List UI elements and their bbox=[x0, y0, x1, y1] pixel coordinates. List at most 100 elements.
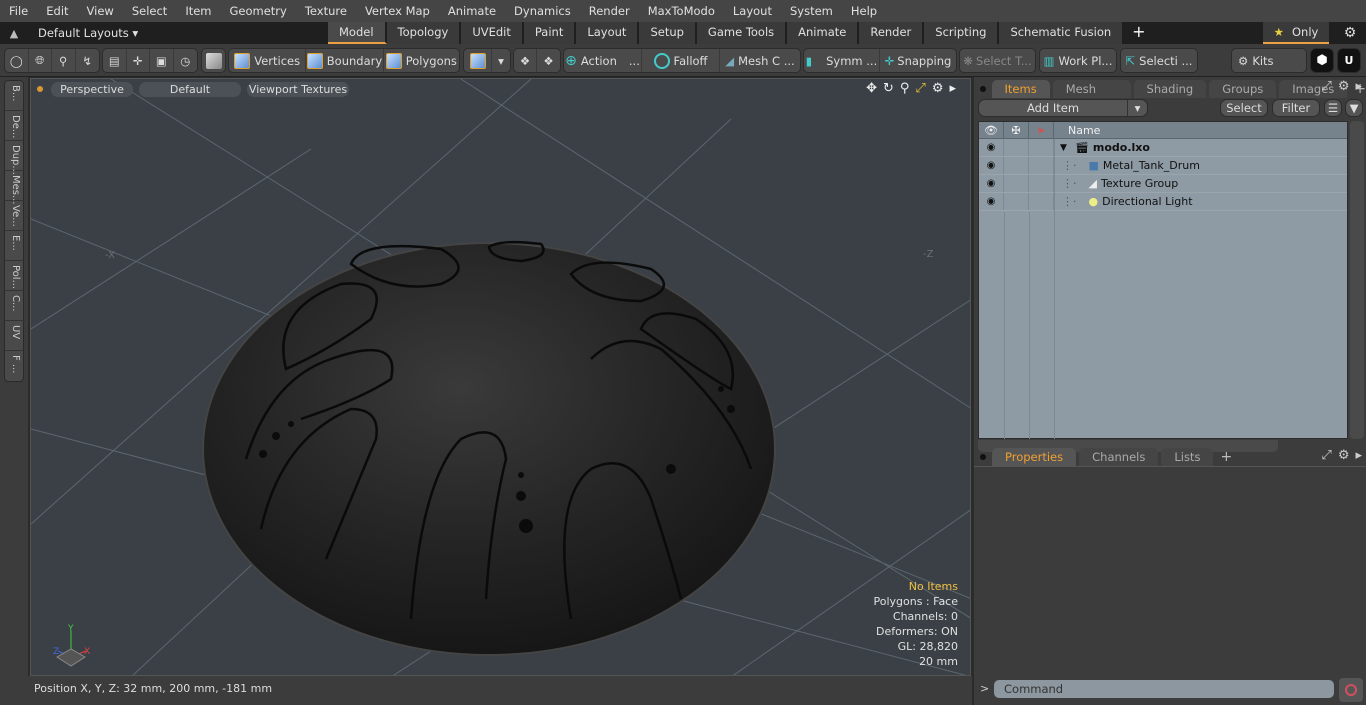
menu-system[interactable]: System bbox=[781, 0, 842, 22]
add-layout-button[interactable]: + bbox=[1124, 22, 1153, 44]
sidebar-tab-edge[interactable]: E... bbox=[5, 231, 25, 261]
cross-grid-icon[interactable]: ✛ bbox=[127, 49, 150, 72]
vertices-button[interactable]: Vertices bbox=[229, 49, 307, 72]
shading-dropdown[interactable]: Default bbox=[139, 81, 241, 97]
lasso-icon[interactable]: ↯ bbox=[76, 49, 99, 72]
3d-viewport[interactable]: -X -Z Y X Z Perspective Default Viewport… bbox=[30, 78, 971, 676]
visibility-eye-icon[interactable]: ◉ bbox=[979, 193, 1004, 210]
snapping-button[interactable]: ✛ Snapping bbox=[880, 49, 956, 72]
visibility-eye-icon[interactable]: ◉ bbox=[979, 157, 1004, 174]
tab-shading[interactable]: Shading bbox=[1133, 80, 1207, 98]
menu-render[interactable]: Render bbox=[580, 0, 639, 22]
textures-dropdown[interactable]: Viewport Textures bbox=[247, 81, 349, 97]
sidebar-tab-vertex[interactable]: Ve... bbox=[5, 201, 25, 231]
viewport-status-dot[interactable] bbox=[37, 86, 43, 92]
tab-scripting[interactable]: Scripting bbox=[924, 22, 1000, 44]
add-tab-button[interactable]: + bbox=[1220, 448, 1232, 466]
panel-arrow-icon[interactable]: ▸ bbox=[1355, 448, 1362, 463]
panel-gear-icon[interactable]: ⚙ bbox=[1338, 79, 1350, 94]
maximize-icon[interactable]: ⤢ bbox=[915, 81, 925, 96]
material-dropdown[interactable]: ▾ bbox=[492, 49, 510, 72]
sidebar-tab-mesh-edit[interactable]: Mes... bbox=[5, 171, 25, 205]
tab-game-tools[interactable]: Game Tools bbox=[696, 22, 788, 44]
select-button[interactable]: Select bbox=[1220, 99, 1268, 117]
tab-lists[interactable]: Lists bbox=[1161, 448, 1214, 466]
tab-items[interactable]: Items bbox=[991, 80, 1050, 98]
unreal-button[interactable]: U bbox=[1337, 48, 1361, 73]
menu-item[interactable]: Item bbox=[176, 0, 220, 22]
menu-geometry[interactable]: Geometry bbox=[221, 0, 296, 22]
circle-select-icon[interactable]: ◯ bbox=[5, 49, 29, 72]
item-list-vscroll[interactable] bbox=[1350, 121, 1364, 439]
stack-icon[interactable]: ▤ bbox=[103, 49, 127, 72]
maximize-panel-icon[interactable]: ⤢ bbox=[1321, 448, 1331, 463]
funnel-icon[interactable]: ▼ bbox=[1345, 99, 1363, 117]
unity-button[interactable]: ⬢ bbox=[1310, 48, 1334, 73]
sidebar-tab-uv[interactable]: UV bbox=[5, 321, 25, 351]
work-plane-button[interactable]: ▥ Work Pl... bbox=[1039, 48, 1117, 73]
menu-animate[interactable]: Animate bbox=[439, 0, 505, 22]
type-column-icon[interactable]: ➤ bbox=[1029, 122, 1054, 138]
sidebar-tab-fusion[interactable]: F ... bbox=[5, 351, 25, 381]
menu-view[interactable]: View bbox=[78, 0, 123, 22]
item-row-texture-group[interactable]: ◉ ⋮· ◢ Texture Group bbox=[979, 175, 1347, 193]
tab-render[interactable]: Render bbox=[859, 22, 925, 44]
menu-edit[interactable]: Edit bbox=[37, 0, 77, 22]
select-through-button[interactable]: ❋ Select T... bbox=[959, 48, 1036, 73]
panel-dot-icon[interactable] bbox=[980, 86, 986, 92]
tab-uvedit[interactable]: UVEdit bbox=[461, 22, 524, 44]
pen-icon[interactable]: ⚲ bbox=[52, 49, 76, 72]
zoom-icon[interactable]: ⚲ bbox=[900, 81, 910, 96]
menu-file[interactable]: File bbox=[0, 0, 37, 22]
tab-schematic-fusion[interactable]: Schematic Fusion bbox=[999, 22, 1125, 44]
pivot-icon[interactable]: ❖ bbox=[514, 49, 538, 72]
visibility-eye-icon[interactable]: ◉ bbox=[979, 175, 1004, 192]
material-mode-button[interactable] bbox=[464, 49, 492, 72]
item-row-scene[interactable]: ◉ ▼ 🎬︎ modo.lxo bbox=[979, 139, 1347, 157]
menu-dynamics[interactable]: Dynamics bbox=[505, 0, 580, 22]
boundary-button[interactable]: Boundary bbox=[306, 49, 384, 72]
tab-properties[interactable]: Properties bbox=[992, 448, 1077, 466]
tab-layout[interactable]: Layout bbox=[576, 22, 640, 44]
expand-arrow-icon[interactable]: ▸ bbox=[949, 81, 956, 96]
symmetry-button[interactable]: ▮ Symm ... bbox=[804, 49, 880, 72]
filter-button[interactable]: Filter bbox=[1272, 99, 1320, 117]
collapse-toolbar-icon[interactable]: ▲ bbox=[0, 27, 28, 40]
maximize-panel-icon[interactable]: ⤢ bbox=[1321, 79, 1331, 94]
sidebar-tab-polygon[interactable]: Pol... bbox=[5, 261, 25, 291]
visibility-column-icon[interactable]: 👁︎ bbox=[979, 122, 1004, 138]
tab-mesh-ops[interactable]: Mesh Ops bbox=[1052, 80, 1131, 114]
panel-gear-icon[interactable]: ⚙ bbox=[1338, 448, 1350, 463]
sidebar-tab-deform[interactable]: De... bbox=[5, 111, 25, 141]
expand-triangle-icon[interactable]: ▼ bbox=[1054, 139, 1067, 156]
globe-icon[interactable]: 🌐︎ bbox=[29, 49, 52, 72]
panel-arrow-icon[interactable]: ▸ bbox=[1355, 79, 1362, 94]
visibility-eye-icon[interactable]: ◉ bbox=[979, 139, 1004, 156]
view-mode-dropdown[interactable]: Perspective bbox=[51, 81, 133, 97]
action-center-button[interactable]: ⊕ Action... bbox=[564, 49, 642, 72]
square-target-icon[interactable]: ▣ bbox=[150, 49, 174, 72]
add-item-button[interactable]: Add Item ▾ bbox=[978, 99, 1148, 117]
kits-button[interactable]: ⚙ Kits bbox=[1231, 48, 1307, 73]
menu-vertex-map[interactable]: Vertex Map bbox=[356, 0, 439, 22]
name-column-header[interactable]: Name bbox=[1054, 122, 1100, 138]
pan-icon[interactable]: ✥ bbox=[866, 81, 877, 96]
clock-icon[interactable]: ◷ bbox=[174, 49, 197, 72]
tab-setup[interactable]: Setup bbox=[639, 22, 697, 44]
tab-model[interactable]: Model bbox=[328, 22, 387, 44]
menu-select[interactable]: Select bbox=[123, 0, 176, 22]
polygons-button[interactable]: Polygons bbox=[384, 49, 459, 72]
panel-dot-icon[interactable] bbox=[980, 454, 986, 460]
selection-sets-button[interactable]: ⇱ Selecti ... bbox=[1120, 48, 1198, 73]
tab-channels[interactable]: Channels bbox=[1079, 448, 1159, 466]
only-button[interactable]: ★ Only bbox=[1263, 22, 1329, 44]
menu-texture[interactable]: Texture bbox=[296, 0, 356, 22]
viewport-settings-icon[interactable]: ⚙ bbox=[932, 81, 944, 96]
sidebar-tab-duplicate[interactable]: Dup... bbox=[5, 141, 25, 175]
lock-column-icon[interactable]: ✠ bbox=[1004, 122, 1029, 138]
menu-maxtomodo[interactable]: MaxToModo bbox=[639, 0, 724, 22]
sidebar-tab-basic[interactable]: B... bbox=[5, 81, 25, 111]
menu-help[interactable]: Help bbox=[842, 0, 886, 22]
item-mode-button[interactable] bbox=[201, 48, 226, 73]
list-options-icon[interactable]: ☰ bbox=[1324, 99, 1342, 117]
